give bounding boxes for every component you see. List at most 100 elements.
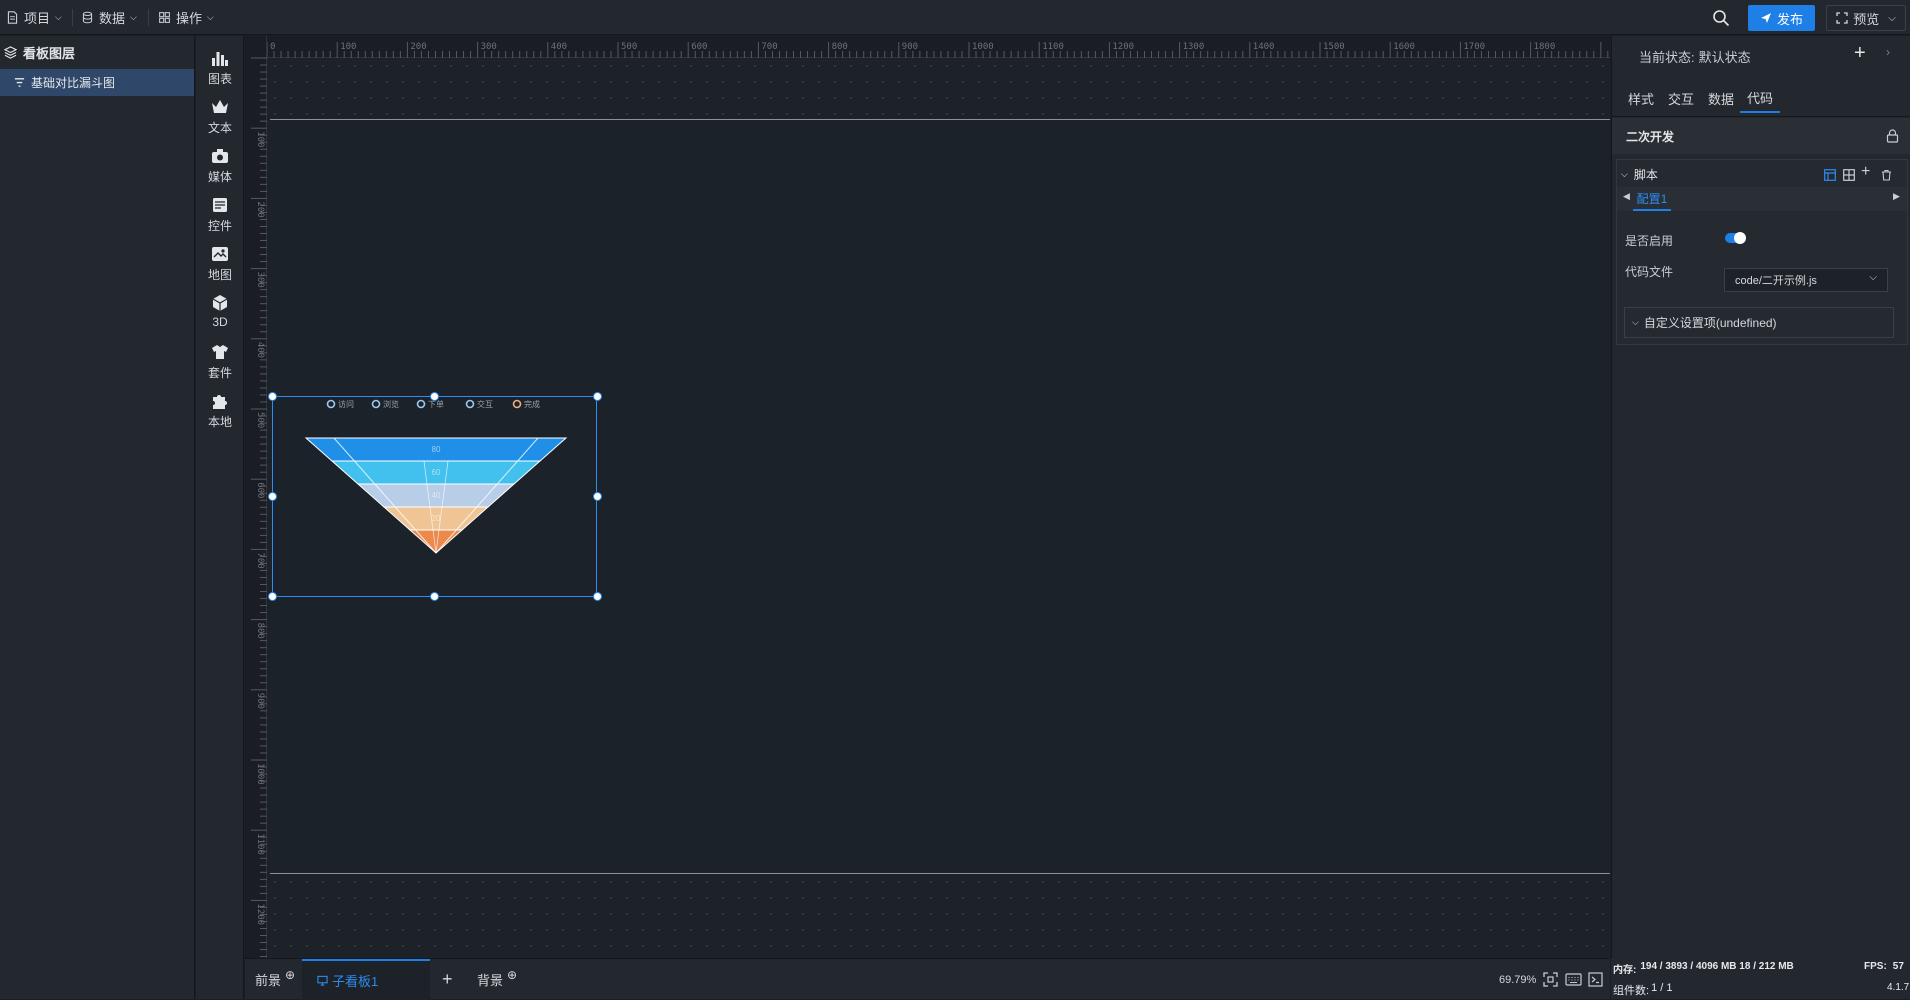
ruler-tick-label: 0: [270, 42, 275, 52]
menu-data-label: 数据: [99, 11, 126, 26]
component-local-label: 本地: [207, 415, 232, 429]
ruler-tick-label: 1300: [1183, 42, 1205, 52]
component-control[interactable]: 控件: [196, 195, 244, 234]
tab-sub-board[interactable]: 子看板1: [302, 959, 430, 1000]
camera-icon: [212, 149, 228, 163]
ruler-tick-label: 500: [621, 42, 637, 52]
layout-grid-icon[interactable]: [1843, 169, 1855, 181]
resize-handle-nw[interactable]: [268, 392, 277, 401]
add-state-icon[interactable]: +: [1854, 42, 1866, 65]
selection-box[interactable]: [272, 396, 597, 597]
ruler-tick-label: 700: [255, 552, 265, 568]
layout-single-icon[interactable]: [1824, 169, 1836, 181]
menu-project[interactable]: 项目 ⌵: [6, 0, 62, 35]
state-label: 当前状态:: [1639, 50, 1695, 65]
caret-right-icon[interactable]: ▶: [1893, 191, 1900, 202]
ruler-tick-label: 300: [481, 42, 497, 52]
ruler-tick-label: 900: [255, 693, 265, 709]
config-tab-label: 配置1: [1636, 191, 1668, 206]
chevron-down-icon: ⌵: [1869, 272, 1877, 283]
config-tab-1[interactable]: 配置1: [1633, 187, 1671, 211]
component-kit-label: 套件: [207, 366, 232, 380]
component-chart[interactable]: 图表: [196, 48, 244, 87]
tab-foreground[interactable]: 前景 ⊕: [255, 959, 295, 1000]
component-bar: 图表 文本 媒体 控件 地图 3D 套件 本地: [196, 36, 244, 999]
publish-button[interactable]: 发布: [1748, 5, 1815, 31]
terminal-icon[interactable]: [1588, 972, 1603, 987]
zoom-level[interactable]: 69.79%: [1499, 959, 1536, 1000]
enable-toggle[interactable]: [1725, 232, 1746, 244]
fit-screen-icon[interactable]: [1543, 972, 1558, 987]
component-text[interactable]: 文本: [196, 97, 244, 136]
resize-handle-e[interactable]: [593, 492, 602, 501]
ruler-tick-label: 1800: [1534, 42, 1556, 52]
menu-data[interactable]: 数据 ⌵: [81, 0, 137, 35]
trash-icon[interactable]: [1881, 169, 1892, 181]
component-count: 组件数: 1 / 1: [1613, 982, 1672, 998]
ruler-tick-label: 400: [255, 342, 265, 358]
file-icon: [7, 11, 18, 24]
canvas-area[interactable]: 0 100 200 300 400 500 600 700 800 900 1000 1100 1200…: [245, 36, 1610, 958]
plus-icon: +: [442, 969, 453, 989]
add-circle-icon[interactable]: ⊕: [285, 968, 295, 982]
properties-panel: 当前状态: 默认状态 + › 样式 交互 数据 代码 二次开发 ⌵ 脚本 + ◀…: [1611, 36, 1910, 958]
tab-data[interactable]: 数据: [1704, 84, 1738, 113]
preview-button[interactable]: 预览 ⌵: [1826, 5, 1906, 31]
component-3d[interactable]: 3D: [196, 293, 244, 329]
caret-left-icon[interactable]: ◀: [1623, 191, 1630, 202]
ruler-tick-label: 1400: [1253, 42, 1275, 52]
memory-status: 内存: 194 / 3893 / 4096 MB 18 / 212 MB: [1613, 961, 1794, 976]
resize-handle-w[interactable]: [268, 492, 277, 501]
resize-handle-s[interactable]: [430, 592, 439, 601]
tab-code[interactable]: 代码: [1740, 84, 1780, 113]
resize-handle-se[interactable]: [593, 592, 602, 601]
memory-label: 内存:: [1613, 965, 1637, 976]
ruler-tick-label: 200: [255, 201, 265, 217]
keyboard-icon[interactable]: [1565, 973, 1582, 986]
component-local[interactable]: 本地: [196, 391, 244, 430]
ruler-ticks: 100 200 300 400 500 600 700 800 900 1000 1100 1200: [251, 57, 267, 958]
script-header[interactable]: ⌵ 脚本: [1621, 166, 1658, 183]
add-board-button[interactable]: +: [442, 959, 453, 1000]
top-bar: 项目 ⌵ 数据 ⌵ 操作 ⌵ 发布 预览 ⌵: [0, 0, 1910, 35]
component-control-label: 控件: [207, 219, 232, 233]
component-kit[interactable]: 套件: [196, 342, 244, 381]
ruler-tick-label: 400: [551, 42, 567, 52]
tab-background-label: 背景: [477, 973, 504, 988]
horizontal-ruler: 0 100 200 300 400 500 600 700 800 900 1000 1100 1200…: [245, 36, 1610, 58]
chevron-down-icon: ⌵: [1888, 12, 1896, 24]
component-map-label: 地图: [207, 268, 232, 282]
chevron-down-icon: ⌵: [55, 12, 62, 22]
ruler-tick-label: 1200: [1112, 42, 1134, 52]
tab-style[interactable]: 样式: [1624, 84, 1658, 113]
tab-interaction[interactable]: 交互: [1664, 84, 1698, 113]
lock-icon[interactable]: [1886, 129, 1899, 143]
layer-item[interactable]: 基础对比漏斗图: [0, 69, 194, 96]
layers-header: 看板图层: [0, 36, 194, 69]
chevron-down-icon: ⌵: [1621, 169, 1628, 179]
add-circle-icon[interactable]: ⊕: [507, 968, 517, 982]
puzzle-icon: [213, 395, 227, 409]
component-map[interactable]: 地图: [196, 244, 244, 283]
search-icon[interactable]: [1712, 9, 1730, 27]
add-script-icon[interactable]: +: [1861, 163, 1870, 181]
state-value[interactable]: 默认状态: [1699, 47, 1751, 66]
component-3d-label: 3D: [212, 315, 228, 329]
custom-settings-collapse[interactable]: ⌵ 自定义设置项(undefined): [1624, 307, 1894, 338]
cube-icon: [212, 295, 228, 311]
menu-operations[interactable]: 操作 ⌵: [158, 0, 214, 35]
chevron-right-icon[interactable]: ›: [1886, 45, 1890, 59]
ruler-tick-label: 800: [255, 623, 265, 639]
code-file-select[interactable]: code/二开示例.js ⌵: [1724, 268, 1888, 292]
tab-background[interactable]: 背景 ⊕: [477, 959, 517, 1000]
component-media[interactable]: 媒体: [196, 146, 244, 185]
divider: [1612, 116, 1910, 117]
component-count-value: 1 / 1: [1651, 982, 1673, 994]
monitor-icon: [317, 975, 328, 986]
ruler-tick-label: 500: [255, 412, 265, 428]
resize-handle-ne[interactable]: [593, 392, 602, 401]
resize-handle-n[interactable]: [430, 392, 439, 401]
ruler-tick-label: 1100: [1042, 42, 1064, 52]
component-media-label: 媒体: [207, 170, 232, 184]
resize-handle-sw[interactable]: [268, 592, 277, 601]
